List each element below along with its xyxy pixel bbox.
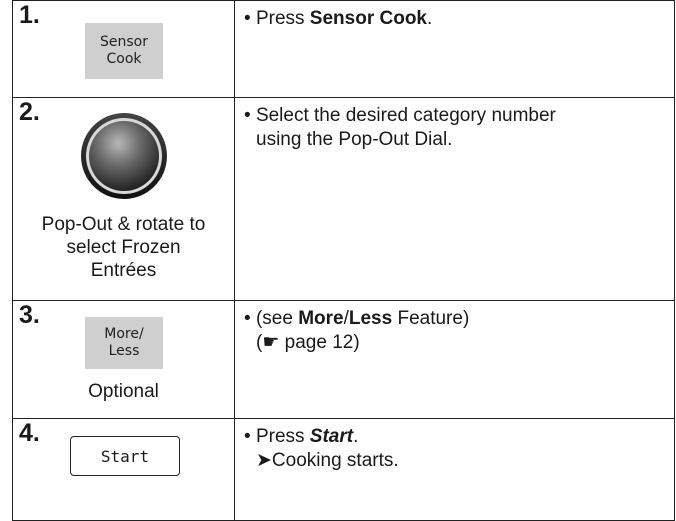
step-number: 1. xyxy=(19,1,40,29)
step-number: 2. xyxy=(19,98,40,126)
step-3-control-cell: 3. More/ Less Optional xyxy=(12,300,235,419)
key-label: Less xyxy=(108,343,140,359)
caption-line: select Frozen xyxy=(66,237,181,258)
instruction-key-name: More xyxy=(298,308,344,329)
instruction-text: using the Pop-Out Dial. xyxy=(256,129,453,150)
instruction-text: Feature) xyxy=(392,308,470,329)
instruction-text: Press xyxy=(255,426,310,447)
instruction-text: Select the desired category number xyxy=(255,105,556,126)
instruction-line: • Select the desired category number xyxy=(244,104,666,128)
instruction-text: page 12) xyxy=(279,332,360,353)
instruction-text: . xyxy=(427,8,433,29)
step-row-2: 2. Pop-Out & rotate to select Frozen Ent… xyxy=(12,97,675,301)
instruction-key-name: Less xyxy=(348,308,393,329)
instruction-text: Press xyxy=(255,8,310,29)
instruction-key-name: Sensor Cook xyxy=(309,8,427,29)
caption-line: Pop-Out & rotate to xyxy=(41,214,206,235)
step-row-4: 4. Start • Press Start. ➤Cooking starts. xyxy=(12,418,675,521)
bullet-icon: • xyxy=(244,105,251,126)
key-label: Sensor xyxy=(100,34,148,50)
arrow-icon: ➤ xyxy=(256,450,272,471)
bullet-icon: • xyxy=(244,8,251,29)
cooking-steps-table: 1. Sensor Cook • Press Sensor Cook. 2. P… xyxy=(12,0,675,521)
step-1-control-cell: 1. Sensor Cook xyxy=(12,0,235,98)
sensor-cook-key: Sensor Cook xyxy=(85,23,163,79)
instruction-key-name: Start xyxy=(309,426,354,447)
optional-caption: Optional xyxy=(88,381,159,402)
pointing-hand-icon: ☛ xyxy=(262,332,280,353)
step-4-control-cell: 4. Start xyxy=(12,418,235,521)
result-line: ➤Cooking starts. xyxy=(244,449,666,473)
bullet-icon: • xyxy=(244,426,251,447)
dial-caption: Pop-Out & rotate to select Frozen Entrée… xyxy=(13,213,234,282)
step-row-3: 3. More/ Less Optional • (see More/Less … xyxy=(12,300,675,419)
step-4-instruction-cell: • Press Start. ➤Cooking starts. xyxy=(234,418,675,521)
bullet-icon: • xyxy=(244,308,251,329)
key-label: Cook xyxy=(106,51,142,67)
instruction-line: • Press Start. xyxy=(244,425,666,449)
caption-line: Entrées xyxy=(90,260,157,281)
step-number: 4. xyxy=(19,419,40,447)
step-1-instruction-cell: • Press Sensor Cook. xyxy=(234,0,675,98)
step-3-instruction-cell: • (see More/Less Feature) (☛ page 12) xyxy=(234,300,675,419)
page-reference: (☛ page 12) xyxy=(244,331,666,355)
step-row-1: 1. Sensor Cook • Press Sensor Cook. xyxy=(12,0,675,98)
instruction-text: . xyxy=(353,426,359,447)
step-2-control-cell: 2. Pop-Out & rotate to select Frozen Ent… xyxy=(12,97,235,301)
pop-out-dial-icon xyxy=(81,113,167,199)
instruction-line: • Press Sensor Cook. xyxy=(244,7,666,31)
more-less-key: More/ Less xyxy=(85,317,163,369)
start-key: Start xyxy=(70,436,180,476)
key-label: More/ xyxy=(104,326,144,342)
step-number: 3. xyxy=(19,301,40,329)
step-2-instruction-cell: • Select the desired category number usi… xyxy=(234,97,675,301)
instruction-line: • (see More/Less Feature) xyxy=(244,307,666,331)
result-text: Cooking starts. xyxy=(271,450,399,471)
instruction-text: (see xyxy=(255,308,299,329)
